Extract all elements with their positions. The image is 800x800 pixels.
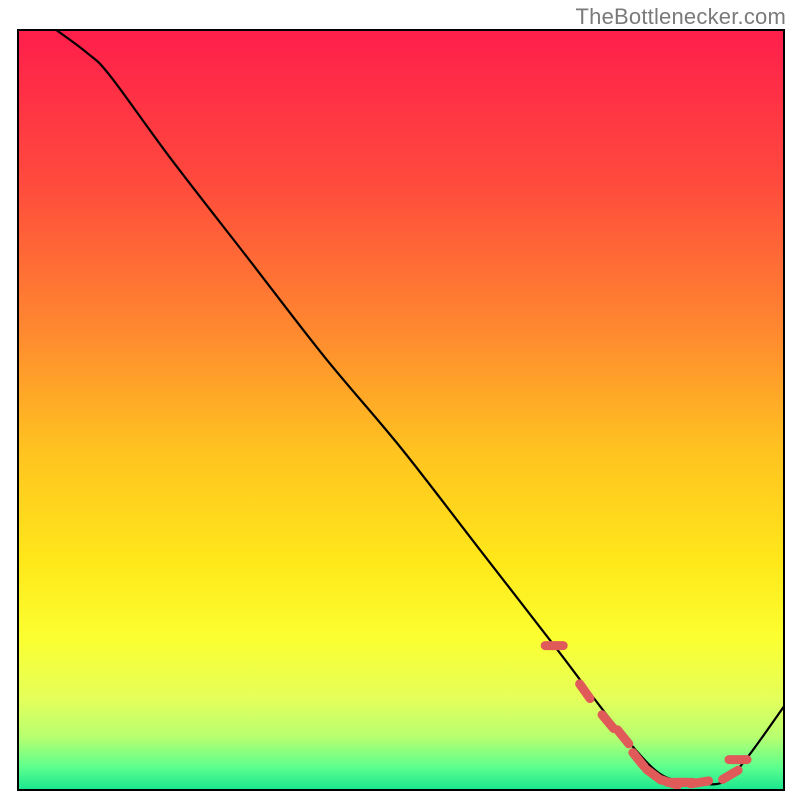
trough-marker xyxy=(691,781,709,784)
attribution-text: TheBottlenecker.com xyxy=(576,4,786,30)
plot-area xyxy=(18,30,784,790)
bottleneck-chart xyxy=(0,0,800,800)
gradient-background xyxy=(18,30,784,790)
chart-container: TheBottlenecker.com xyxy=(0,0,800,800)
